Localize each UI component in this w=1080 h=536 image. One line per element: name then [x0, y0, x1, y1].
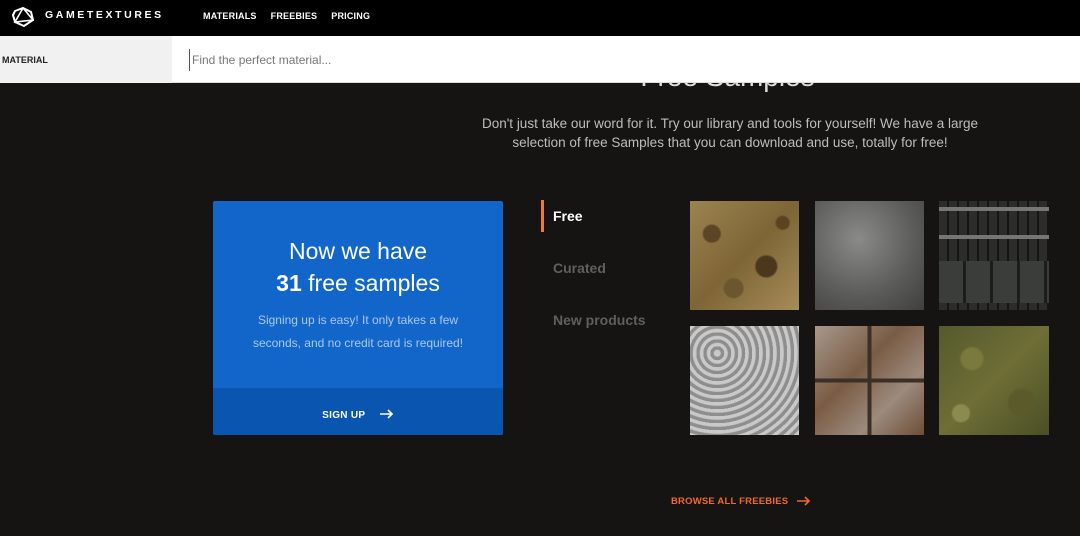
- top-navbar: GAMETEXTURES MATERIALS FREEBIES PRICING: [0, 0, 1080, 36]
- material-thumbnail-mossy-ground[interactable]: [939, 326, 1049, 435]
- material-thumbnail-diamond-plate[interactable]: [690, 326, 799, 435]
- browse-all-freebies-link[interactable]: BROWSE ALL FREEBIES: [671, 496, 811, 507]
- tab-curated[interactable]: Curated: [541, 252, 671, 284]
- brand-name[interactable]: GAMETEXTURES: [45, 9, 164, 21]
- promo-title: Now we have 31 free samples: [213, 235, 503, 299]
- section-title-wrapper: Free Samples: [0, 83, 1080, 93]
- sign-up-button[interactable]: SIGN UP: [213, 388, 503, 435]
- tab-free[interactable]: Free: [541, 200, 671, 232]
- promo-text: Signing up is easy! It only takes a few …: [252, 313, 464, 350]
- search-category-selector[interactable]: MATERIAL: [0, 36, 172, 83]
- material-thumbnail-scifi-panel[interactable]: [939, 201, 1049, 310]
- free-samples-promo-card: Now we have 31 free samples Signing up i…: [213, 201, 503, 435]
- nav-freebies[interactable]: FREEBIES: [271, 11, 318, 21]
- gametextures-logo-icon[interactable]: [12, 7, 34, 27]
- section-title: Free Samples: [0, 83, 1080, 93]
- tab-curated-label: Curated: [553, 260, 606, 276]
- search-bar: MATERIAL: [0, 36, 1080, 83]
- panel-stripe: [939, 207, 1049, 211]
- promo-count: 31: [276, 270, 302, 296]
- browse-label: BROWSE ALL FREEBIES: [671, 496, 789, 507]
- material-thumbnail-rusty-metal[interactable]: [815, 326, 924, 435]
- material-thumbnail-mud[interactable]: [690, 201, 799, 310]
- arrow-right-icon: [379, 409, 393, 419]
- sign-up-label: SIGN UP: [322, 410, 366, 421]
- material-thumbnail-concrete[interactable]: [815, 201, 924, 310]
- main-nav: MATERIALS FREEBIES PRICING: [203, 11, 370, 21]
- promo-line2: free samples: [301, 270, 440, 296]
- tab-new-products[interactable]: New products: [541, 304, 671, 336]
- tab-new-products-label: New products: [553, 312, 646, 328]
- search-input[interactable]: [189, 49, 889, 71]
- panel-plates: [939, 261, 1049, 303]
- arrow-right-icon: [797, 496, 811, 507]
- nav-pricing[interactable]: PRICING: [331, 11, 370, 21]
- section-description: Don't just take our word for it. Try our…: [481, 116, 979, 150]
- panel-stripe: [939, 235, 1049, 239]
- promo-line1: Now we have: [288, 238, 428, 264]
- tab-free-label: Free: [553, 208, 583, 224]
- nav-materials[interactable]: MATERIALS: [203, 11, 257, 21]
